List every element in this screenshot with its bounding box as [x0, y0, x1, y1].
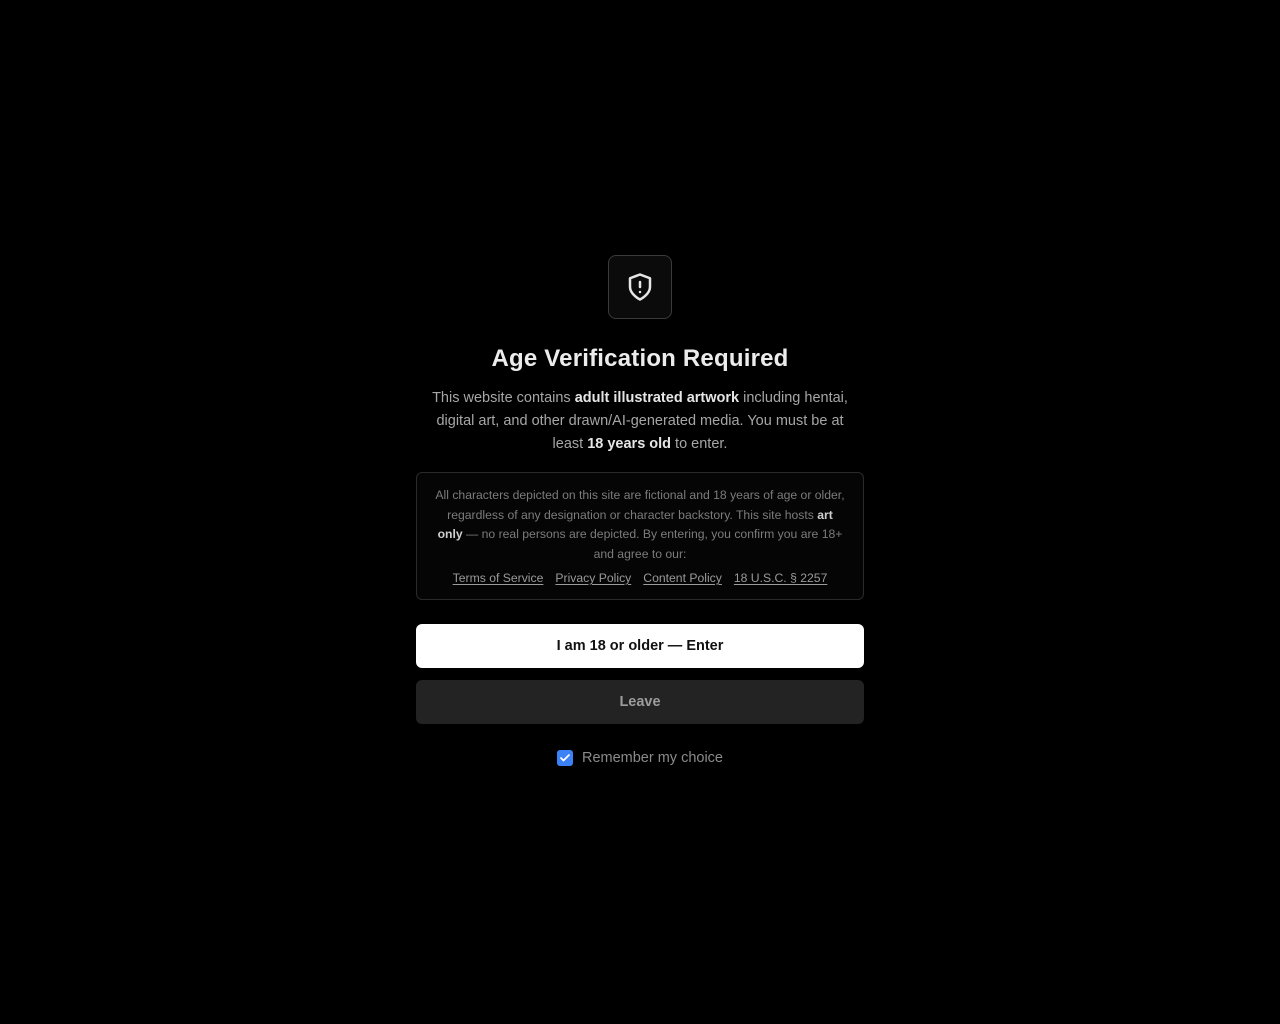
legal-links: Terms of Service Privacy Policy Content …	[433, 570, 847, 586]
shield-alert-icon	[608, 255, 672, 319]
terms-of-service-link[interactable]: Terms of Service	[453, 570, 544, 586]
remember-choice-checkbox[interactable]	[556, 750, 573, 766]
enter-button[interactable]: I am 18 or older — Enter	[416, 624, 864, 668]
intro-text-part: This website contains	[432, 390, 575, 406]
legal-notice-text: All characters depicted on this site are…	[433, 486, 847, 564]
usc-2257-link[interactable]: 18 U.S.C. § 2257	[734, 570, 828, 586]
content-policy-link[interactable]: Content Policy	[643, 570, 722, 586]
notice-text-part: All characters depicted on this site are…	[435, 488, 845, 522]
dialog-title: Age Verification Required	[491, 345, 789, 372]
intro-text-part: to enter.	[671, 436, 728, 452]
intro-emphasis-artwork: adult illustrated artwork	[574, 390, 740, 406]
remember-choice-label: Remember my choice	[581, 750, 723, 766]
notice-text-part: — no real persons are depicted. By enter…	[462, 527, 843, 561]
age-verification-dialog: Age Verification Required This website c…	[416, 255, 864, 766]
intro-emphasis-age: 18 years old	[587, 436, 672, 452]
remember-choice-row[interactable]: Remember my choice	[416, 750, 864, 766]
intro-text: This website contains adult illustrated …	[416, 387, 864, 456]
legal-notice-box: All characters depicted on this site are…	[416, 472, 864, 600]
checkmark-icon	[560, 754, 570, 762]
privacy-policy-link[interactable]: Privacy Policy	[555, 570, 631, 586]
leave-button[interactable]: Leave	[416, 680, 864, 724]
